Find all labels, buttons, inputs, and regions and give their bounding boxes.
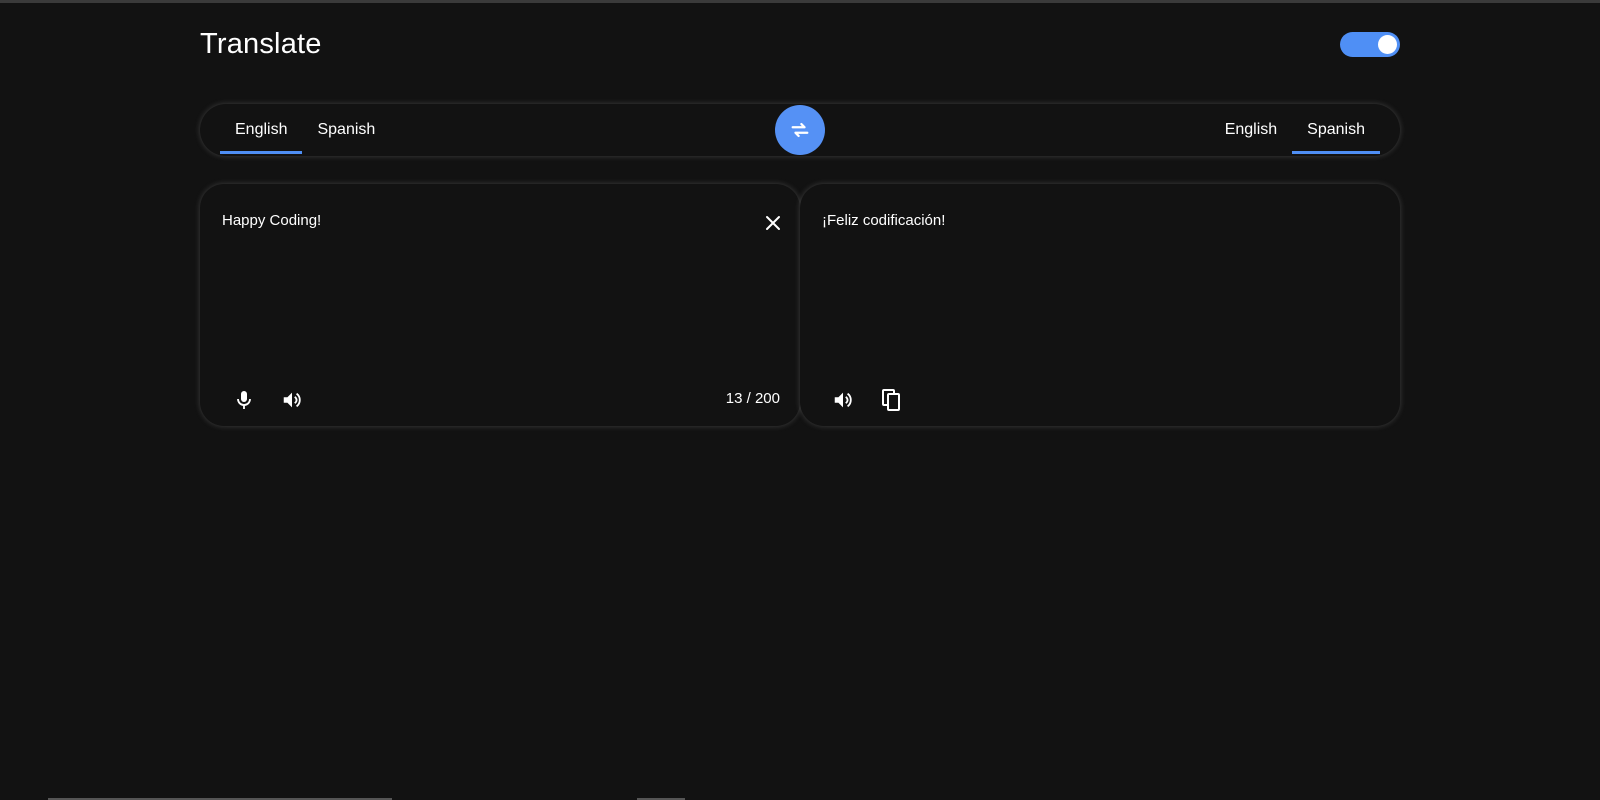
- microphone-button[interactable]: [229, 385, 259, 415]
- source-tab-spanish[interactable]: Spanish: [302, 104, 390, 156]
- source-speak-button[interactable]: [277, 385, 307, 415]
- target-tab-english[interactable]: English: [1210, 104, 1292, 156]
- target-language-tabs: English Spanish: [1210, 104, 1380, 156]
- page-title: Translate: [200, 28, 322, 60]
- header: Translate: [200, 28, 1400, 68]
- copy-button[interactable]: [876, 385, 906, 415]
- language-bar: English Spanish English Spanish: [200, 104, 1400, 156]
- target-speak-button[interactable]: [828, 385, 858, 415]
- swap-languages-button[interactable]: [775, 105, 825, 155]
- source-language-tabs: English Spanish: [220, 104, 390, 156]
- microphone-icon: [237, 391, 251, 409]
- target-tab-spanish[interactable]: Spanish: [1292, 104, 1380, 156]
- clear-button[interactable]: [762, 212, 784, 234]
- source-tab-english[interactable]: English: [220, 104, 303, 156]
- window-top-border: [0, 0, 1600, 3]
- source-text-input[interactable]: Happy Coding!: [222, 212, 742, 352]
- translated-text: ¡Feliz codificación!: [822, 212, 946, 229]
- theme-toggle[interactable]: [1340, 32, 1400, 57]
- source-panel: Happy Coding! 13 / 200: [200, 184, 800, 426]
- target-panel: ¡Feliz codificación!: [800, 184, 1400, 426]
- close-icon: [766, 216, 780, 230]
- swap-arrows-icon: [791, 122, 809, 138]
- character-count: 13 / 200: [725, 390, 780, 407]
- toggle-knob: [1378, 35, 1397, 54]
- copy-icon: [882, 389, 900, 411]
- speaker-icon: [834, 392, 852, 408]
- speaker-icon: [283, 392, 301, 408]
